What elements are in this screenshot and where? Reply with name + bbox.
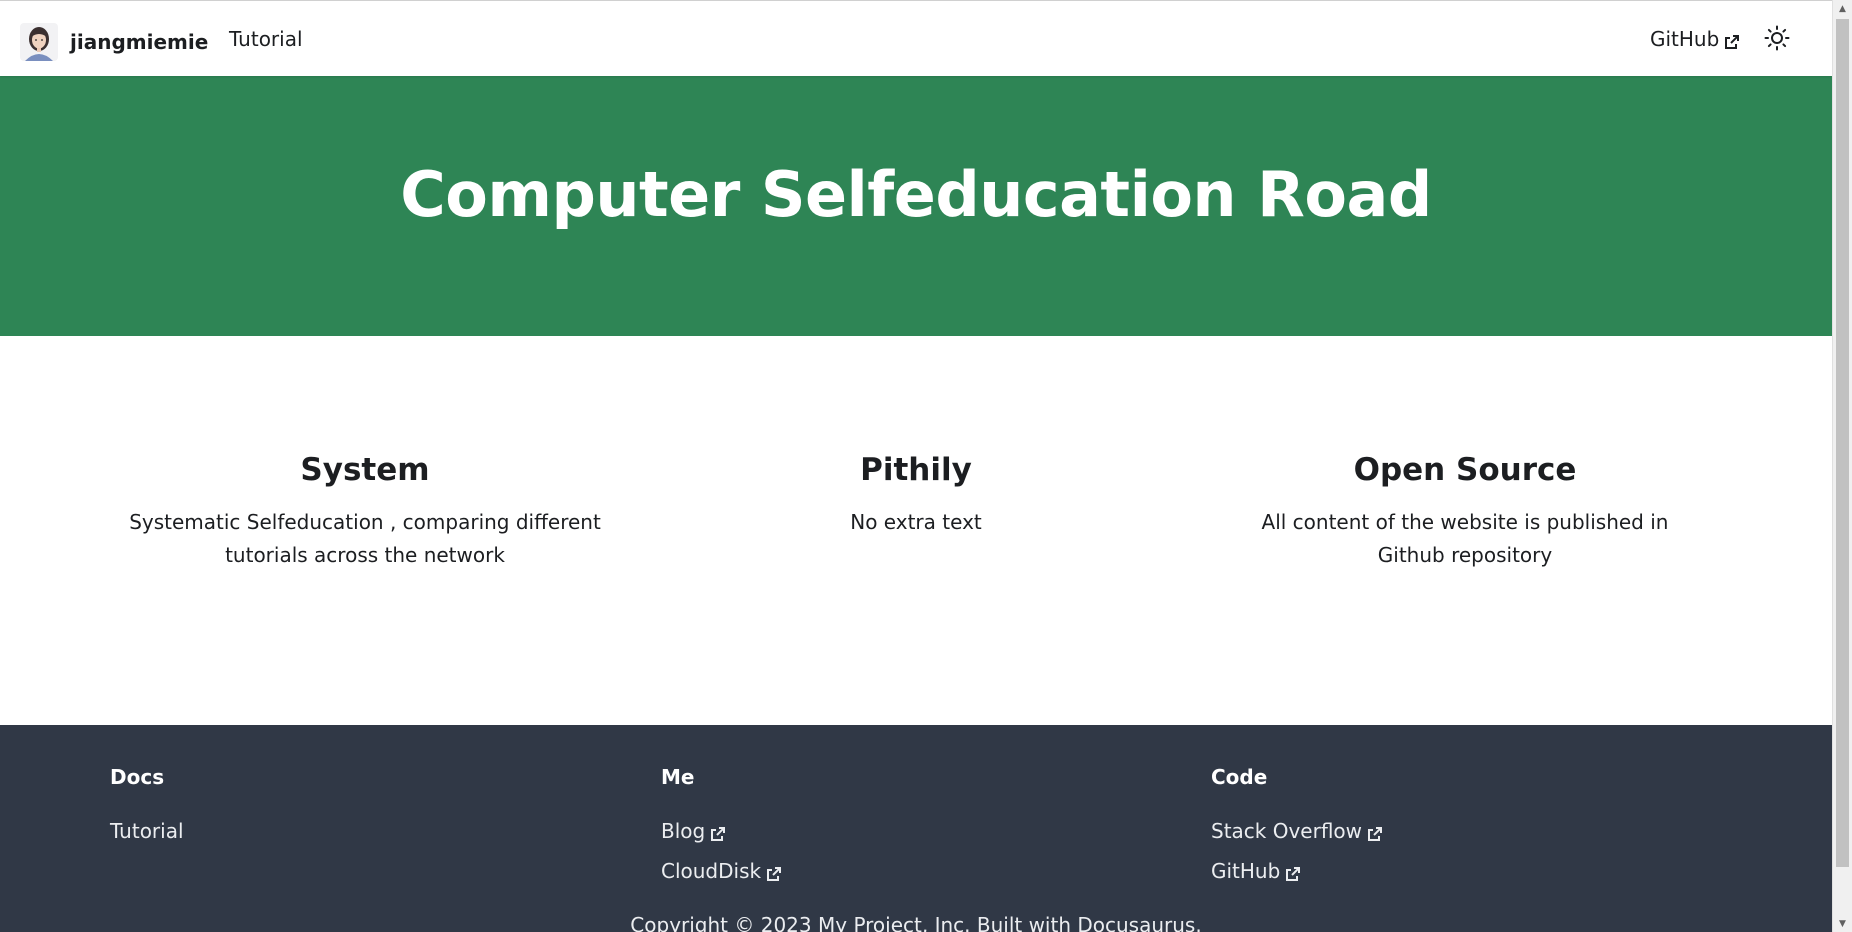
footer-link-clouddisk[interactable]: CloudDisk: [661, 851, 782, 891]
footer-link-stack-overflow[interactable]: Stack Overflow: [1211, 811, 1383, 851]
hero-banner: Computer Selfeducation Road: [0, 76, 1832, 336]
feature-title: Open Source: [1353, 452, 1577, 488]
page: jiangmiemie Tutorial GitHub Computer Sel…: [0, 0, 1852, 932]
feature-system: System Systematic Selfeducation , compar…: [125, 452, 605, 572]
footer-copyright: Copyright © 2023 My Project, Inc. Built …: [630, 913, 1202, 932]
external-link-icon: [1367, 823, 1383, 841]
feature-description: No extra text: [850, 510, 982, 534]
footer-heading: Me: [661, 765, 695, 789]
external-link-icon: [1285, 863, 1301, 881]
footer-link-label: Tutorial: [110, 819, 184, 843]
scrollbar-thumb[interactable]: [1836, 19, 1849, 867]
footer-heading: Docs: [110, 765, 165, 789]
footer-column-me: Me Blog CloudDisk: [661, 765, 782, 891]
feature-description: Systematic Selfeducation , comparing dif…: [129, 510, 601, 567]
feature-title: System: [300, 452, 430, 488]
feature-pithily: Pithily No extra text: [676, 452, 1156, 539]
nav-tutorial-link[interactable]: Tutorial: [229, 27, 303, 51]
footer-column-code: Code Stack Overflow GitHub: [1211, 765, 1383, 891]
footer-link-label: Stack Overflow: [1211, 819, 1363, 843]
navbar: jiangmiemie Tutorial GitHub: [0, 0, 1832, 76]
feature-open-source: Open Source All content of the website i…: [1225, 452, 1705, 572]
external-link-icon: [766, 863, 782, 881]
vertical-scrollbar[interactable]: ▲ ▼: [1832, 0, 1852, 932]
footer-link-github[interactable]: GitHub: [1211, 851, 1383, 891]
footer-link-label: GitHub: [1211, 859, 1281, 883]
external-link-icon: [710, 823, 726, 841]
features-section: System Systematic Selfeducation , compar…: [0, 336, 1832, 725]
footer-link-label: CloudDisk: [661, 859, 762, 883]
brand-title: jiangmiemie: [70, 30, 209, 54]
feature-description: All content of the website is published …: [1261, 510, 1669, 567]
viewport: jiangmiemie Tutorial GitHub Computer Sel…: [0, 0, 1832, 932]
scroll-down-arrow-icon[interactable]: ▼: [1833, 915, 1852, 932]
avatar-logo: [20, 23, 58, 61]
external-link-icon: [1724, 31, 1740, 49]
footer: Docs Tutorial Me Blog CloudDisk Code Sta…: [0, 725, 1832, 932]
footer-heading: Code: [1211, 765, 1268, 789]
footer-link-tutorial[interactable]: Tutorial: [110, 811, 184, 851]
sun-icon: [1764, 25, 1790, 55]
footer-link-blog[interactable]: Blog: [661, 811, 782, 851]
feature-title: Pithily: [860, 452, 972, 488]
footer-column-docs: Docs Tutorial: [110, 765, 184, 851]
scroll-up-arrow-icon[interactable]: ▲: [1833, 0, 1852, 17]
theme-toggle-button[interactable]: [1762, 25, 1792, 55]
nav-github-label: GitHub: [1650, 27, 1720, 51]
footer-link-label: Blog: [661, 819, 706, 843]
nav-github-link[interactable]: GitHub: [1650, 27, 1740, 51]
brand-link[interactable]: jiangmiemie: [20, 23, 208, 61]
hero-title: Computer Selfeducation Road: [400, 157, 1432, 231]
